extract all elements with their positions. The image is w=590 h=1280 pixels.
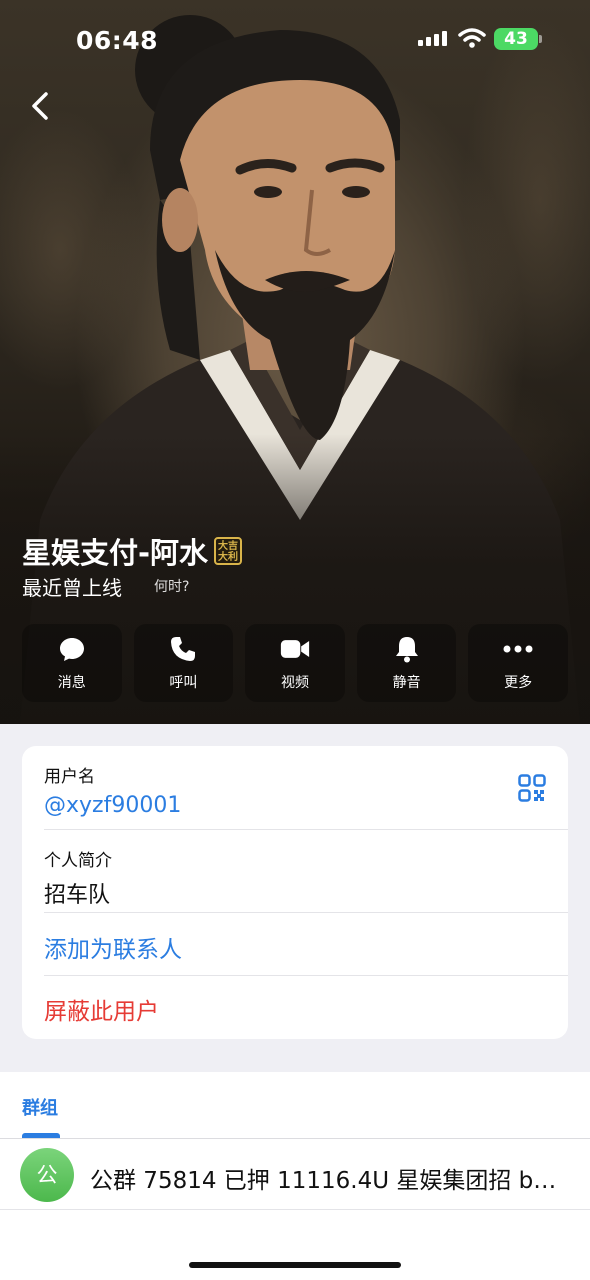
bio-value: 招车队 bbox=[44, 883, 111, 908]
divider bbox=[44, 912, 568, 913]
wifi-icon bbox=[458, 28, 486, 48]
shared-groups-section: 群组 公 公群 75814 已押 11116.4U 星娱集团招 b… bbox=[0, 1072, 590, 1280]
profile-name-row: 星娱支付-阿水 大吉 大利 bbox=[22, 530, 243, 572]
profile-info-card: 用户名 @xyzf90001 个人简介 招车队 添加为联系人 屏蔽此用户 bbox=[22, 746, 568, 1039]
divider bbox=[44, 829, 568, 830]
bio-row: 个人简介 招车队 bbox=[44, 846, 568, 909]
mute-label: 静音 bbox=[392, 675, 421, 691]
more-icon bbox=[503, 634, 533, 664]
message-icon bbox=[57, 634, 87, 664]
block-user-row[interactable]: 屏蔽此用户 bbox=[44, 992, 568, 1026]
bio-caption: 个人简介 bbox=[44, 851, 112, 871]
tab-groups[interactable]: 群组 bbox=[22, 1094, 58, 1120]
battery-cap bbox=[539, 35, 542, 43]
emoji-status-badge[interactable]: 大吉 大利 bbox=[214, 537, 243, 565]
add-contact-row[interactable]: 添加为联系人 bbox=[44, 930, 568, 964]
group-avatar: 公 bbox=[20, 1148, 74, 1202]
cellular-signal-icon bbox=[418, 30, 447, 46]
presence-status: 最近曾上线 bbox=[22, 576, 122, 600]
username-row[interactable]: 用户名 @xyzf90001 bbox=[44, 762, 568, 818]
more-button[interactable]: 更多 bbox=[468, 624, 568, 702]
video-icon bbox=[280, 634, 310, 664]
group-title: 公群 75814 已押 11116.4U 星娱集团招 b… bbox=[90, 1168, 557, 1194]
presence-help-link[interactable]: 何时? bbox=[154, 576, 189, 596]
username-caption: 用户名 bbox=[44, 767, 95, 787]
phone-icon bbox=[168, 634, 198, 664]
profile-name: 星娱支付-阿水 bbox=[22, 536, 209, 570]
add-contact-button[interactable]: 添加为联系人 bbox=[44, 930, 568, 964]
action-bar: 消息 呼叫 视频 静音 更多 bbox=[22, 624, 568, 702]
username-value[interactable]: @xyzf90001 bbox=[44, 793, 568, 818]
back-button[interactable] bbox=[24, 86, 60, 126]
message-button[interactable]: 消息 bbox=[22, 624, 122, 702]
more-label: 更多 bbox=[504, 675, 533, 691]
group-list-item[interactable]: 公 公群 75814 已押 11116.4U 星娱集团招 b… bbox=[0, 1139, 590, 1209]
block-user-button[interactable]: 屏蔽此用户 bbox=[44, 992, 568, 1026]
bell-icon bbox=[392, 634, 422, 664]
home-indicator[interactable] bbox=[189, 1262, 401, 1268]
divider bbox=[44, 975, 568, 976]
video-label: 视频 bbox=[280, 675, 309, 691]
qr-code-icon[interactable] bbox=[518, 774, 546, 802]
profile-header: 06:48 43 星娱支付-阿水 大吉 大利 最近曾上线 何时? 消息 呼叫 视… bbox=[0, 0, 590, 724]
message-label: 消息 bbox=[57, 675, 86, 691]
status-time: 06:48 bbox=[76, 26, 159, 55]
battery-indicator: 43 bbox=[494, 28, 538, 50]
mute-button[interactable]: 静音 bbox=[356, 624, 457, 702]
call-button[interactable]: 呼叫 bbox=[133, 624, 234, 702]
call-label: 呼叫 bbox=[169, 675, 198, 691]
video-button[interactable]: 视频 bbox=[245, 624, 345, 702]
divider bbox=[0, 1209, 590, 1210]
